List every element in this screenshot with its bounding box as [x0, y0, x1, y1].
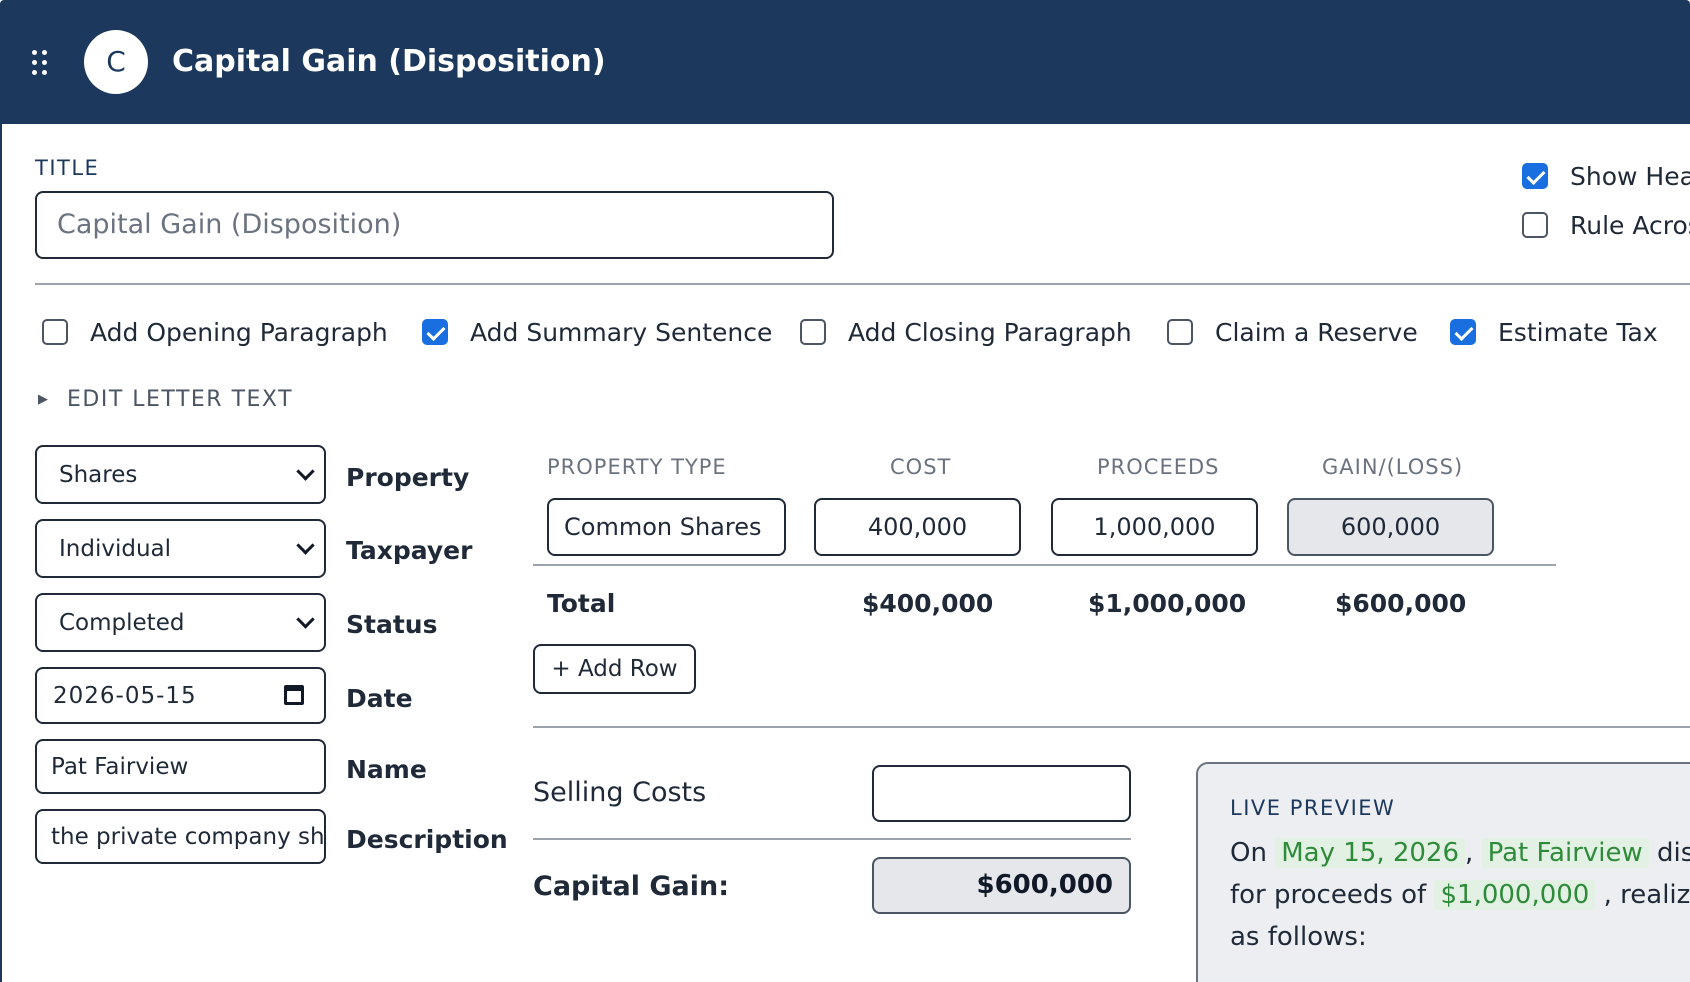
- preview-text: On: [1230, 838, 1267, 868]
- chevron-down-icon: [296, 609, 315, 629]
- capital-gain-value: $600,000: [872, 857, 1131, 914]
- date-value: 2026-05-15: [53, 682, 197, 709]
- checkbox-checked-icon[interactable]: [422, 319, 448, 345]
- gain-value: 600,000: [1287, 498, 1494, 556]
- total-cost: $400,000: [862, 589, 994, 618]
- taxpayer-label: Taxpayer: [346, 536, 473, 565]
- selling-costs-label: Selling Costs: [533, 777, 707, 808]
- claim-reserve-checkbox[interactable]: Claim a Reserve: [1167, 317, 1418, 347]
- name-input[interactable]: Pat Fairview: [35, 739, 326, 794]
- title-label: TITLE: [35, 156, 100, 180]
- checkbox-unchecked-icon[interactable]: [1167, 319, 1193, 345]
- column-header-gain: GAIN/(LOSS): [1322, 455, 1464, 479]
- disclosure-triangle-icon[interactable]: ▶: [38, 392, 48, 407]
- chevron-down-icon: [296, 461, 315, 481]
- checkbox-label: Estimate Tax: [1498, 317, 1658, 347]
- checkbox-checked-icon[interactable]: [1450, 319, 1476, 345]
- estimate-tax-checkbox[interactable]: Estimate Tax: [1450, 317, 1658, 347]
- checkbox-label: Rule Acros: [1570, 210, 1690, 240]
- preview-text: dispo: [1657, 838, 1690, 868]
- column-header-property-type: PROPERTY TYPE: [547, 455, 727, 479]
- add-closing-paragraph-checkbox[interactable]: Add Closing Paragraph: [800, 317, 1132, 347]
- select-value: Completed: [59, 609, 185, 636]
- preview-line-3: as follows:: [1230, 922, 1367, 952]
- description-input[interactable]: the private company sha: [35, 809, 326, 864]
- total-proceeds: $1,000,000: [1088, 589, 1247, 618]
- checkbox-label: Add Summary Sentence: [470, 317, 773, 347]
- checkbox-label: Claim a Reserve: [1215, 317, 1418, 347]
- add-opening-paragraph-checkbox[interactable]: Add Opening Paragraph: [42, 317, 388, 347]
- divider: [533, 726, 1690, 728]
- preview-name: Pat Fairview: [1481, 838, 1649, 868]
- select-value: Individual: [59, 535, 172, 562]
- show-header-checkbox[interactable]: Show Hea: [1522, 161, 1690, 191]
- preview-line-1: On May 15, 2026, Pat Fairview dispo: [1230, 838, 1690, 868]
- select-value: Shares: [59, 461, 138, 488]
- name-label: Name: [346, 755, 427, 784]
- proceeds-input[interactable]: 1,000,000: [1051, 498, 1258, 556]
- capital-gain-label: Capital Gain:: [533, 871, 730, 902]
- calendar-icon[interactable]: [284, 684, 304, 705]
- preview-date: May 15, 2026: [1275, 838, 1466, 868]
- date-label: Date: [346, 684, 413, 713]
- checkbox-unchecked-icon[interactable]: [42, 319, 68, 345]
- divider: [533, 838, 1131, 840]
- property-type-input[interactable]: Common Shares: [547, 498, 786, 556]
- chevron-down-icon: [296, 535, 315, 555]
- rule-across-checkbox[interactable]: Rule Acros: [1522, 210, 1690, 240]
- drag-handle-icon[interactable]: [32, 50, 52, 78]
- column-header-cost: COST: [890, 455, 952, 479]
- taxpayer-select[interactable]: Individual: [35, 519, 326, 578]
- checkbox-label: Add Closing Paragraph: [848, 317, 1132, 347]
- cost-input[interactable]: 400,000: [814, 498, 1021, 556]
- divider: [35, 283, 1690, 285]
- checkbox-checked-icon[interactable]: [1522, 163, 1548, 189]
- dialog-header: C Capital Gain (Disposition): [0, 0, 1690, 124]
- total-gain: $600,000: [1335, 589, 1467, 618]
- status-label: Status: [346, 610, 438, 639]
- avatar: C: [84, 30, 148, 94]
- dialog-title: Capital Gain (Disposition): [172, 44, 606, 79]
- property-label: Property: [346, 463, 470, 492]
- description-value: the private company sha: [51, 823, 326, 850]
- description-label: Description: [346, 825, 508, 854]
- date-input[interactable]: 2026-05-15: [35, 667, 326, 724]
- add-row-button[interactable]: + Add Row: [533, 644, 696, 694]
- preview-text: for proceeds of: [1230, 880, 1427, 910]
- edit-letter-text-toggle[interactable]: EDIT LETTER TEXT: [67, 387, 293, 412]
- property-select[interactable]: Shares: [35, 445, 326, 504]
- selling-costs-input[interactable]: [872, 765, 1131, 822]
- name-value: Pat Fairview: [51, 753, 189, 780]
- column-header-proceeds: PROCEEDS: [1097, 455, 1220, 479]
- preview-amount: $1,000,000: [1434, 880, 1596, 910]
- table-divider: [533, 564, 1556, 566]
- title-input[interactable]: Capital Gain (Disposition): [35, 191, 834, 259]
- checkbox-unchecked-icon[interactable]: [1522, 212, 1548, 238]
- preview-line-2: for proceeds of $1,000,000 , realizing: [1230, 880, 1690, 910]
- add-summary-sentence-checkbox[interactable]: Add Summary Sentence: [422, 317, 772, 347]
- frame-border: [0, 124, 2, 982]
- live-preview-label: LIVE PREVIEW: [1230, 796, 1396, 820]
- checkbox-unchecked-icon[interactable]: [800, 319, 826, 345]
- preview-text: ,: [1465, 838, 1474, 868]
- checkbox-label: Add Opening Paragraph: [90, 317, 388, 347]
- total-label: Total: [547, 589, 616, 618]
- status-select[interactable]: Completed: [35, 593, 326, 652]
- preview-text: , realizing: [1603, 880, 1690, 910]
- checkbox-label: Show Hea: [1570, 161, 1690, 191]
